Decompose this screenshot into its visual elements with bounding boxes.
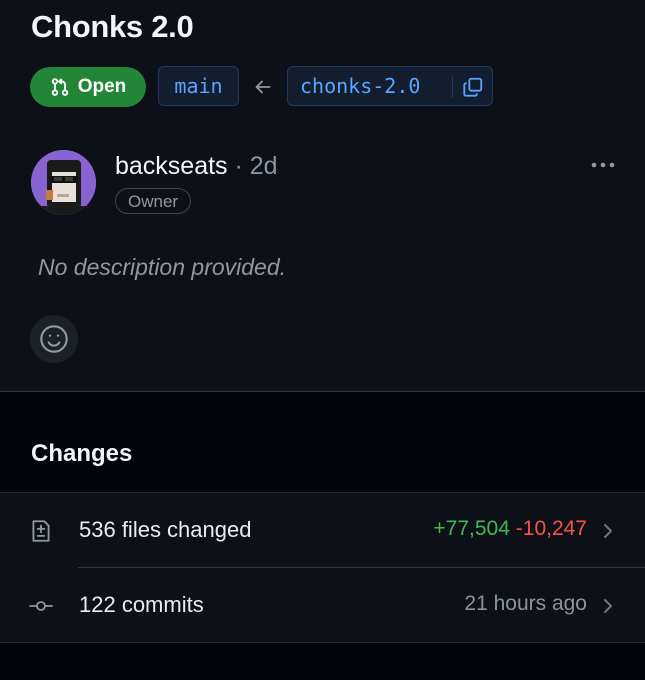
smiley-icon — [40, 325, 68, 353]
git-pull-request-icon — [51, 78, 68, 96]
commits-label: 122 commits — [79, 592, 204, 617]
kebab-horizontal-icon[interactable] — [590, 158, 616, 172]
diff-stats: +77,504 -10,247 — [433, 517, 587, 541]
base-branch[interactable]: main — [158, 66, 239, 106]
pr-description: No description provided. — [38, 254, 287, 280]
author-separator: · — [227, 152, 250, 180]
pr-header-panel: Chonks 2.0 Open main chonks-2.0 backseat… — [0, 0, 645, 392]
additions-count: +77,504 — [433, 517, 510, 540]
avatar-image — [31, 150, 96, 215]
avatar[interactable] — [31, 150, 96, 215]
chevron-right-icon — [604, 599, 612, 613]
status-badge: Open — [30, 67, 146, 107]
page-title: Chonks 2.0 — [31, 9, 194, 44]
commits-time: 21 hours ago — [464, 592, 587, 615]
branch-row: Open main chonks-2.0 — [30, 66, 630, 108]
head-branch[interactable]: chonks-2.0 — [287, 66, 493, 106]
deletions-count: -10,247 — [515, 517, 587, 540]
file-diff-icon — [32, 520, 50, 542]
chevron-right-icon — [604, 524, 612, 538]
add-reaction-button[interactable] — [30, 315, 78, 363]
changes-heading: Changes — [31, 440, 133, 467]
changes-list: 536 files changed +77,504 -10,247 122 co… — [0, 492, 645, 643]
head-branch-label: chonks-2.0 — [300, 74, 421, 98]
author-line: backseats · 2d — [115, 152, 278, 181]
owner-badge: Owner — [115, 188, 192, 214]
comment-time: 2d — [249, 152, 278, 180]
files-changed-row[interactable]: 536 files changed +77,504 -10,247 — [0, 493, 645, 567]
author-name[interactable]: backseats — [115, 152, 228, 180]
commits-row[interactable]: 122 commits 21 hours ago — [0, 568, 645, 642]
files-changed-label: 536 files changed — [79, 517, 252, 542]
arrow-left-icon — [255, 80, 271, 94]
status-badge-label: Open — [77, 76, 127, 97]
copy-icon[interactable] — [462, 76, 484, 98]
chip-divider — [452, 76, 453, 98]
git-commit-icon — [29, 601, 53, 611]
